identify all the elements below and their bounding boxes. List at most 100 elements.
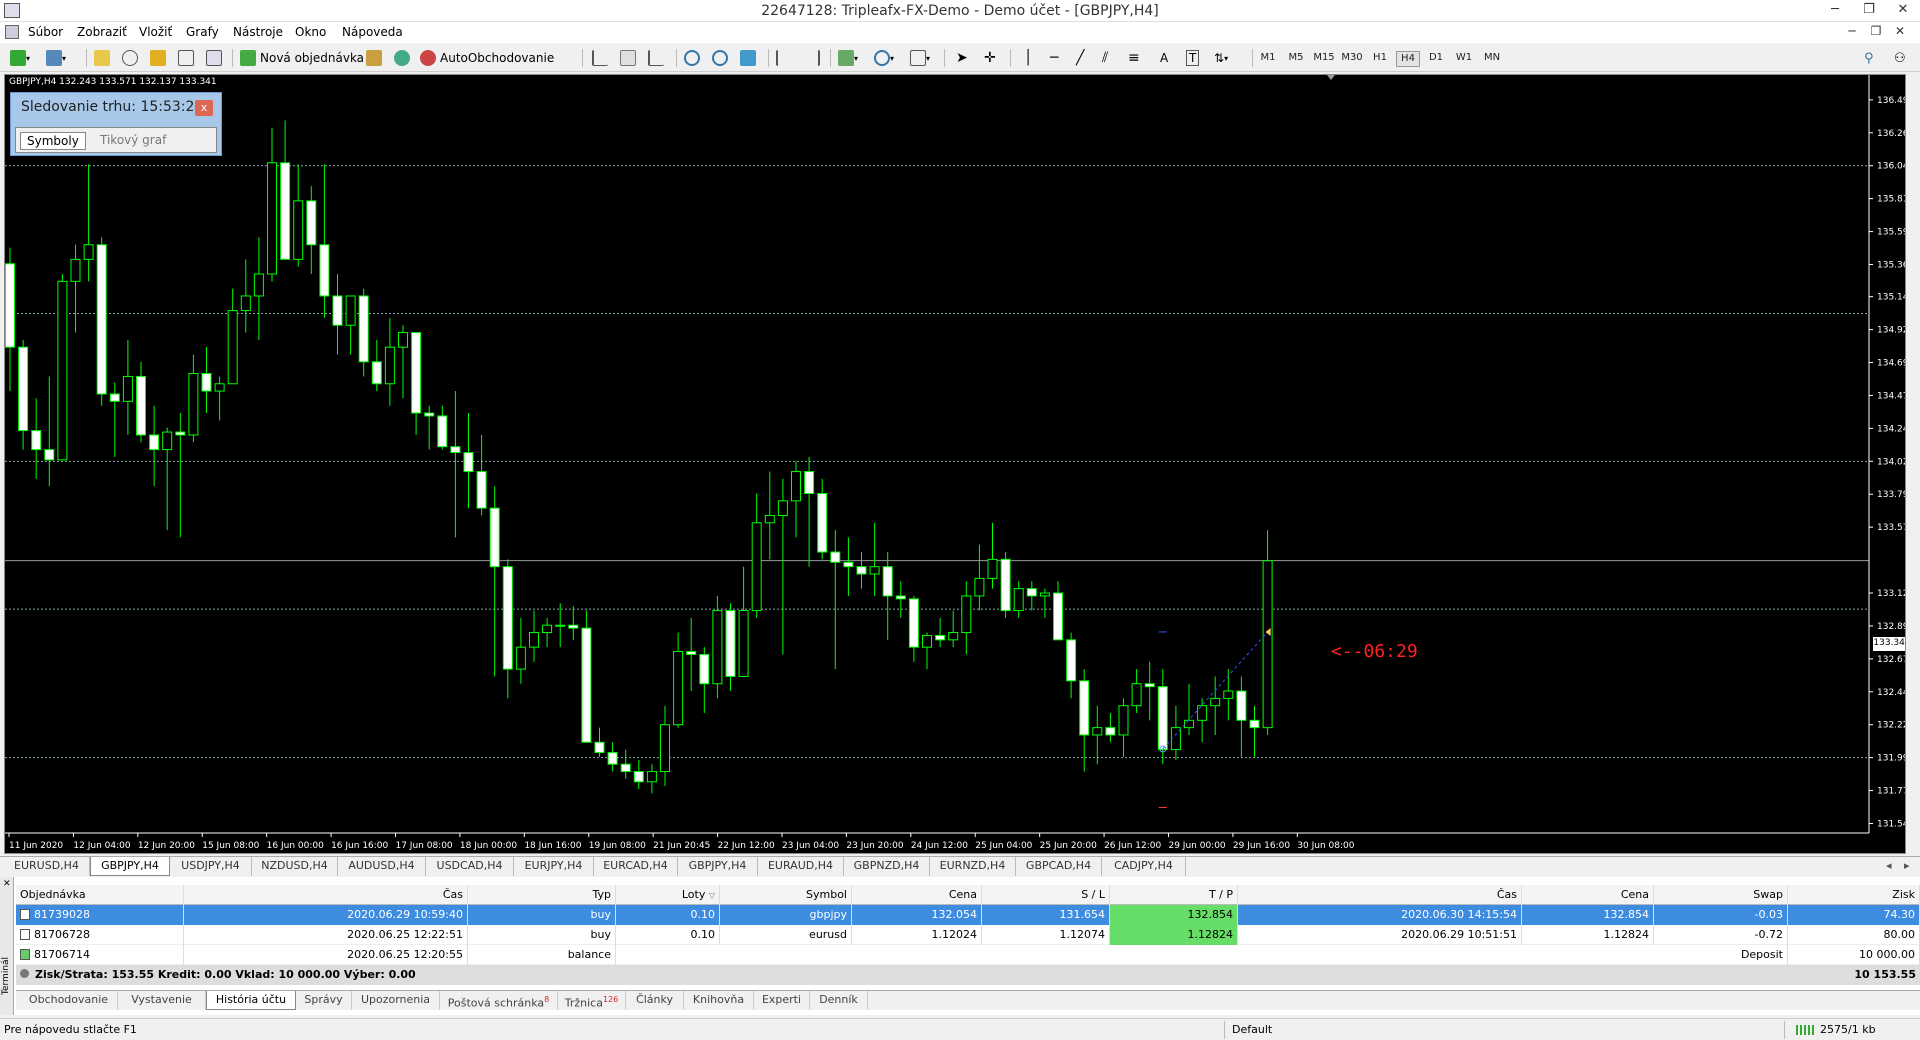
mdi-minimize-icon[interactable]: ─ <box>1842 24 1862 38</box>
trendline-button[interactable]: ╱ <box>1076 48 1084 68</box>
chart-tab-gbpjpy[interactable]: GBPJPY,H4 <box>90 857 170 876</box>
tab-trade[interactable]: Obchodovanie <box>20 991 118 1010</box>
tab-symbols[interactable]: Symboly <box>20 132 86 150</box>
col-time[interactable]: Čas <box>184 885 468 905</box>
tab-exposure[interactable]: Vystavenie <box>118 991 206 1010</box>
crosshair-tool-button[interactable]: ✛ <box>984 48 996 68</box>
timeframe-h1[interactable]: H1 <box>1368 51 1392 67</box>
text-label-button[interactable]: T <box>1186 48 1200 68</box>
col-close-time[interactable]: Čas <box>1238 885 1522 905</box>
candle-chart-button[interactable] <box>620 48 636 68</box>
mdi-close-icon[interactable]: ✕ <box>1890 24 1910 38</box>
menu-charts[interactable]: Grafy <box>186 25 219 39</box>
timeframe-d1[interactable]: D1 <box>1424 51 1448 67</box>
new-chart-button[interactable]: ▾ <box>10 48 30 68</box>
zoom-out-button[interactable] <box>712 48 728 68</box>
periods-button[interactable]: ▾ <box>874 48 894 68</box>
col-profit[interactable]: Zisk <box>1788 885 1920 905</box>
indicators-button[interactable]: ▾ <box>838 48 858 68</box>
chart-window-icon[interactable] <box>5 25 19 39</box>
tab-alerts[interactable]: Upozornenia <box>352 991 440 1010</box>
new-order-button[interactable]: Nová objednávka <box>240 48 364 68</box>
minimize-icon[interactable]: ─ <box>1818 0 1852 22</box>
col-lots[interactable]: Loty ▽ <box>616 885 720 905</box>
menu-tools[interactable]: Nástroje <box>233 25 283 39</box>
timeframe-w1[interactable]: W1 <box>1452 51 1476 67</box>
menu-window[interactable]: Okno <box>295 25 326 39</box>
table-row[interactable]: 81739028 2020.06.29 10:59:40 buy 0.10 gb… <box>16 905 1920 925</box>
bar-chart-button[interactable] <box>592 48 608 68</box>
timeframe-m15[interactable]: M15 <box>1312 51 1336 67</box>
fibonacci-button[interactable]: ≡ <box>1128 48 1140 68</box>
signals-button[interactable] <box>394 48 410 68</box>
timeframe-mn[interactable]: MN <box>1480 51 1504 67</box>
chart-tab-eurnzd[interactable]: EURNZD,H4 <box>930 857 1016 876</box>
market-watch-button[interactable] <box>94 48 110 68</box>
tab-library[interactable]: Knihovňa <box>684 991 754 1010</box>
search-button[interactable]: ⚲ <box>1864 48 1874 68</box>
community-button[interactable]: ⚇ <box>1894 48 1906 68</box>
text-button[interactable]: A <box>1160 48 1168 68</box>
chart-tab-eurjpy[interactable]: EURJPY,H4 <box>514 857 594 876</box>
tab-tick-chart[interactable]: Tikový graf <box>94 132 172 150</box>
horizontal-line-button[interactable]: ─ <box>1050 48 1058 68</box>
navigator-button[interactable] <box>150 48 166 68</box>
chart-tab-gbpnzd[interactable]: GBPNZD,H4 <box>844 857 930 876</box>
menu-help[interactable]: Nápoveda <box>342 25 403 39</box>
table-row[interactable]: 81706714 2020.06.25 12:20:55 balance Dep… <box>16 945 1920 965</box>
chart-tab-gbpjpy-2[interactable]: GBPJPY,H4 <box>678 857 758 876</box>
chart-tab-audusd[interactable]: AUDUSD,H4 <box>338 857 426 876</box>
tester-button[interactable] <box>206 48 222 68</box>
terminal-button[interactable] <box>178 48 194 68</box>
col-close-price[interactable]: Cena <box>1522 885 1654 905</box>
col-tp[interactable]: T / P <box>1110 885 1238 905</box>
tile-windows-button[interactable] <box>740 48 756 68</box>
col-price[interactable]: Cena <box>852 885 982 905</box>
line-chart-button[interactable] <box>648 48 664 68</box>
menu-file[interactable]: Súbor <box>28 25 63 39</box>
profiles-button[interactable]: ▾ <box>46 48 66 68</box>
terminal-close-icon[interactable]: ✕ <box>3 879 11 889</box>
chart-canvas[interactable]: 136.490 136.265 136.040 135.815 135.590 135.3… <box>5 75 1906 854</box>
timeframe-h4[interactable]: H4 <box>1396 51 1420 67</box>
chart-tab-gbpcad[interactable]: GBPCAD,H4 <box>1016 857 1102 876</box>
tab-scroll-right-icon[interactable]: ▸ <box>1904 859 1910 872</box>
cursor-button[interactable]: ➤ <box>956 48 968 68</box>
chart-tab-usdcad[interactable]: USDCAD,H4 <box>426 857 514 876</box>
tab-journal[interactable]: Denník <box>810 991 868 1010</box>
autotrading-button[interactable]: AutoObchodovanie <box>420 48 554 68</box>
tab-market[interactable]: Tržnica126 <box>558 991 626 1010</box>
zoom-in-button[interactable] <box>684 48 700 68</box>
channel-button[interactable]: ⫽ <box>1102 48 1108 68</box>
tab-scroll-left-icon[interactable]: ◂ <box>1886 859 1892 872</box>
tab-articles[interactable]: Články <box>626 991 684 1010</box>
mdi-restore-icon[interactable]: ❐ <box>1866 24 1886 38</box>
col-symbol[interactable]: Symbol <box>720 885 852 905</box>
chart-tab-usdjpy[interactable]: USDJPY,H4 <box>170 857 252 876</box>
col-type[interactable]: Typ <box>468 885 616 905</box>
tab-experts[interactable]: Experti <box>754 991 810 1010</box>
chart-tab-nzdusd[interactable]: NZDUSD,H4 <box>252 857 338 876</box>
menu-view[interactable]: Zobraziť <box>77 25 127 39</box>
metaeditor-button[interactable] <box>366 48 382 68</box>
col-order[interactable]: Objednávka <box>16 885 184 905</box>
market-watch-panel[interactable]: Sledovanie trhu: 15:53:27 x Symboly Tiko… <box>10 92 222 156</box>
table-row[interactable]: 81706728 2020.06.25 12:22:51 buy 0.10 eu… <box>16 925 1920 945</box>
templates-button[interactable]: ▾ <box>910 48 930 68</box>
tab-mailbox[interactable]: Poštová schránka8 <box>440 991 558 1010</box>
tab-news[interactable]: Správy <box>296 991 352 1010</box>
col-sl[interactable]: S / L <box>982 885 1110 905</box>
timeframe-m1[interactable]: M1 <box>1256 51 1280 67</box>
menu-insert[interactable]: Vložiť <box>139 25 172 39</box>
market-watch-close-button[interactable]: x <box>195 100 213 116</box>
tab-account-history[interactable]: História účtu <box>206 991 296 1010</box>
chart-tab-cadjpy[interactable]: CADJPY,H4 <box>1102 857 1186 876</box>
data-window-button[interactable] <box>122 48 138 68</box>
restore-icon[interactable]: ❐ <box>1852 0 1886 22</box>
timeframe-m30[interactable]: M30 <box>1340 51 1364 67</box>
arrows-button[interactable]: ⇅ ▾ <box>1214 48 1228 68</box>
vertical-line-button[interactable]: │ <box>1024 48 1032 68</box>
chart-tab-eurusd[interactable]: EURUSD,H4 <box>4 857 90 876</box>
status-traffic[interactable]: 2575/1 kb <box>1796 1023 1876 1036</box>
status-profile[interactable]: Default <box>1232 1023 1272 1036</box>
